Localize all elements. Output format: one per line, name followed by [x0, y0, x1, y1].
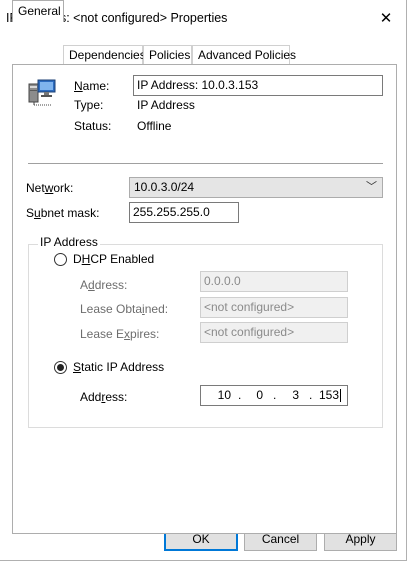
ip-octet-1[interactable]: 10	[201, 388, 231, 402]
lease-expires-value: <not configured>	[204, 325, 295, 339]
subnet-mask-label: Subnet mask:	[26, 206, 100, 220]
close-icon: ✕	[379, 10, 393, 27]
ip-octet-3[interactable]: 3	[279, 388, 299, 402]
tab-general-label: General	[18, 4, 61, 18]
chevron-down-icon: ﹀	[366, 181, 377, 193]
subnet-mask-value: 255.255.255.0	[133, 205, 210, 219]
name-label: Name:	[74, 79, 110, 93]
lease-obtained-label: Lease Obtained:	[80, 302, 169, 316]
lease-obtained-field[interactable]: <not configured>	[200, 297, 348, 318]
type-label: Type:	[74, 98, 104, 112]
properties-dialog: IP Address: <not configured> Properties …	[0, 0, 407, 561]
name-field[interactable]: IP Address: 10.0.3.153	[133, 75, 383, 96]
lease-expires-label: Lease Expires:	[80, 327, 160, 341]
static-ip-radio[interactable]	[54, 361, 67, 374]
static-ip-label: Static IP Address	[73, 360, 165, 374]
ip-octet-2[interactable]: 0	[243, 388, 263, 402]
dhcp-address-field[interactable]: 0.0.0.0	[200, 271, 348, 292]
tab-policies[interactable]: Policies	[143, 45, 192, 64]
lease-expires-field[interactable]: <not configured>	[200, 322, 348, 343]
network-select-value: 10.0.3.0/24	[134, 180, 195, 194]
static-address-label: Address:	[80, 390, 128, 404]
text-cursor	[340, 389, 341, 402]
dhcp-enabled-radio[interactable]	[54, 253, 67, 266]
name-field-value: IP Address: 10.0.3.153	[137, 78, 259, 92]
tab-dependencies-label: Dependencies	[69, 48, 146, 62]
subnet-mask-field[interactable]: 255.255.255.0	[129, 202, 239, 223]
ip-address-group-legend: IP Address	[38, 235, 100, 249]
dhcp-address-label: Address:	[80, 278, 128, 292]
ip-dot: .	[273, 388, 277, 402]
tab-general[interactable]: General	[12, 0, 64, 22]
status-label: Status:	[74, 119, 112, 133]
server-network-icon	[26, 76, 58, 106]
ip-dot: .	[309, 388, 313, 402]
tab-policies-label: Policies	[149, 48, 191, 62]
ip-octet-4[interactable]: 153	[313, 388, 339, 402]
tab-dependencies[interactable]: Dependencies	[63, 45, 146, 64]
tab-advanced-policies[interactable]: Advanced Policies	[192, 45, 296, 64]
separator	[28, 163, 383, 164]
network-select[interactable]: 10.0.3.0/24 ﹀	[129, 177, 383, 198]
static-ip-address-field[interactable]: 10 . 0 . 3 . 153	[200, 385, 348, 406]
ip-dot: .	[238, 388, 242, 402]
type-value: IP Address	[137, 98, 195, 112]
lease-obtained-value: <not configured>	[204, 300, 295, 314]
close-button[interactable]: ✕	[372, 5, 400, 33]
dhcp-enabled-label: DHCP Enabled	[73, 252, 155, 266]
dhcp-address-value: 0.0.0.0	[204, 274, 241, 288]
tab-advanced-policies-label: Advanced Policies	[198, 48, 297, 62]
network-label: Network:	[26, 181, 74, 195]
status-value: Offline	[137, 119, 172, 133]
